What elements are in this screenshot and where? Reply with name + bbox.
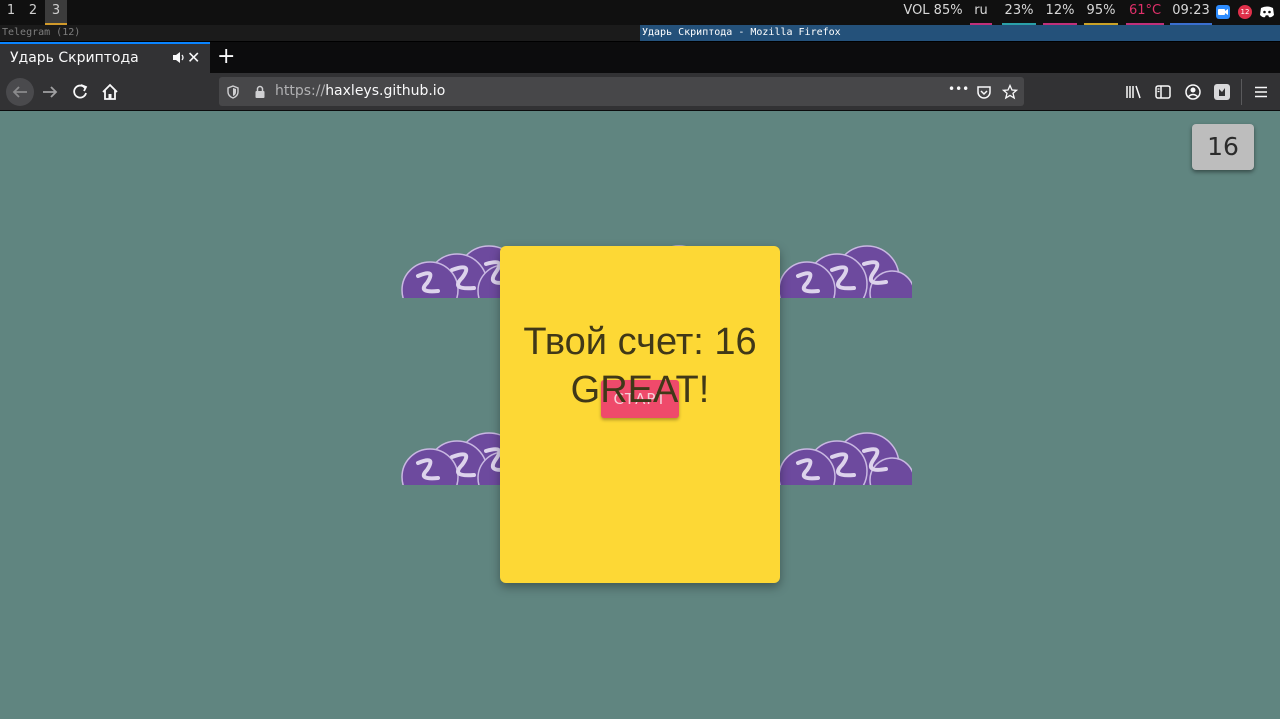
reload-button[interactable] bbox=[66, 78, 94, 106]
toolbar-separator bbox=[1241, 79, 1242, 105]
new-tab-button[interactable]: + bbox=[217, 44, 235, 69]
tab-strip: Ударь Скриптода ✕ + bbox=[0, 42, 1280, 73]
zoom-tray-icon[interactable] bbox=[1216, 5, 1230, 19]
workspace-3[interactable]: 3 bbox=[45, 0, 67, 25]
score-counter: 16 bbox=[1192, 124, 1254, 170]
url-text[interactable]: https://haxleys.github.io bbox=[275, 83, 445, 99]
url-host: haxleys.github.io bbox=[325, 83, 446, 99]
telegram-tray-icon[interactable]: 12 bbox=[1238, 5, 1252, 19]
tab-title: Ударь Скриптода bbox=[10, 50, 139, 66]
temperature-indicator: 61°C bbox=[1126, 0, 1164, 25]
volume-indicator[interactable]: VOL 85% bbox=[902, 0, 964, 25]
bookmark-star-icon[interactable] bbox=[1001, 83, 1019, 100]
url-scheme: https:// bbox=[275, 83, 326, 99]
speaker-icon[interactable] bbox=[171, 50, 186, 65]
memory-indicator: 12% bbox=[1043, 0, 1077, 25]
final-score-text: Твой счет: 16 bbox=[523, 321, 757, 363]
hamburger-menu-icon[interactable] bbox=[1252, 83, 1270, 101]
workspace-2[interactable]: 2 bbox=[22, 0, 44, 25]
back-button[interactable] bbox=[6, 78, 34, 106]
cpu-indicator: 23% bbox=[1002, 0, 1036, 25]
account-icon[interactable] bbox=[1184, 83, 1202, 101]
forward-button[interactable] bbox=[36, 78, 64, 106]
wm-status-bar: 1 2 3 VOL 85% ru 23% 12% 95% 61°C 09:23 … bbox=[0, 0, 1280, 25]
pocket-icon[interactable] bbox=[976, 84, 992, 100]
rating-text: GREAT! bbox=[570, 369, 710, 411]
window-title-strip: Telegram (12) Ударь Скриптода - Mozilla … bbox=[0, 25, 1280, 41]
url-bar[interactable]: https://haxleys.github.io ••• bbox=[219, 77, 1024, 106]
telegram-window-title[interactable]: Telegram (12) bbox=[2, 25, 80, 41]
extension-icon[interactable] bbox=[1213, 83, 1231, 101]
tracking-protection-shield-icon[interactable] bbox=[225, 84, 241, 100]
navigation-toolbar: https://haxleys.github.io ••• bbox=[0, 73, 1280, 111]
firefox-window-title[interactable]: Ударь Скриптода - Mozilla Firefox bbox=[640, 25, 1280, 41]
close-tab-icon[interactable]: ✕ bbox=[187, 48, 200, 67]
page-actions-menu-icon[interactable]: ••• bbox=[948, 82, 969, 98]
home-button[interactable] bbox=[96, 78, 124, 106]
battery-indicator: 95% bbox=[1084, 0, 1118, 25]
library-icon[interactable] bbox=[1125, 83, 1143, 101]
clock: 09:23 bbox=[1170, 0, 1212, 25]
sidebar-toggle-icon[interactable] bbox=[1154, 83, 1172, 101]
keyboard-layout-indicator[interactable]: ru bbox=[970, 0, 992, 25]
discord-tray-icon[interactable] bbox=[1259, 5, 1274, 19]
result-modal: СТАРТ Твой счет: 16 GREAT! bbox=[500, 246, 780, 583]
workspace-1[interactable]: 1 bbox=[0, 0, 22, 25]
result-text: Твой счет: 16 GREAT! bbox=[500, 318, 780, 414]
game-page: 16 СТАРТ Твой счет: 16 GREAT! bbox=[0, 111, 1280, 719]
lock-icon[interactable] bbox=[252, 84, 268, 100]
tab-udar-skriptoda[interactable]: Ударь Скриптода ✕ bbox=[0, 42, 210, 73]
